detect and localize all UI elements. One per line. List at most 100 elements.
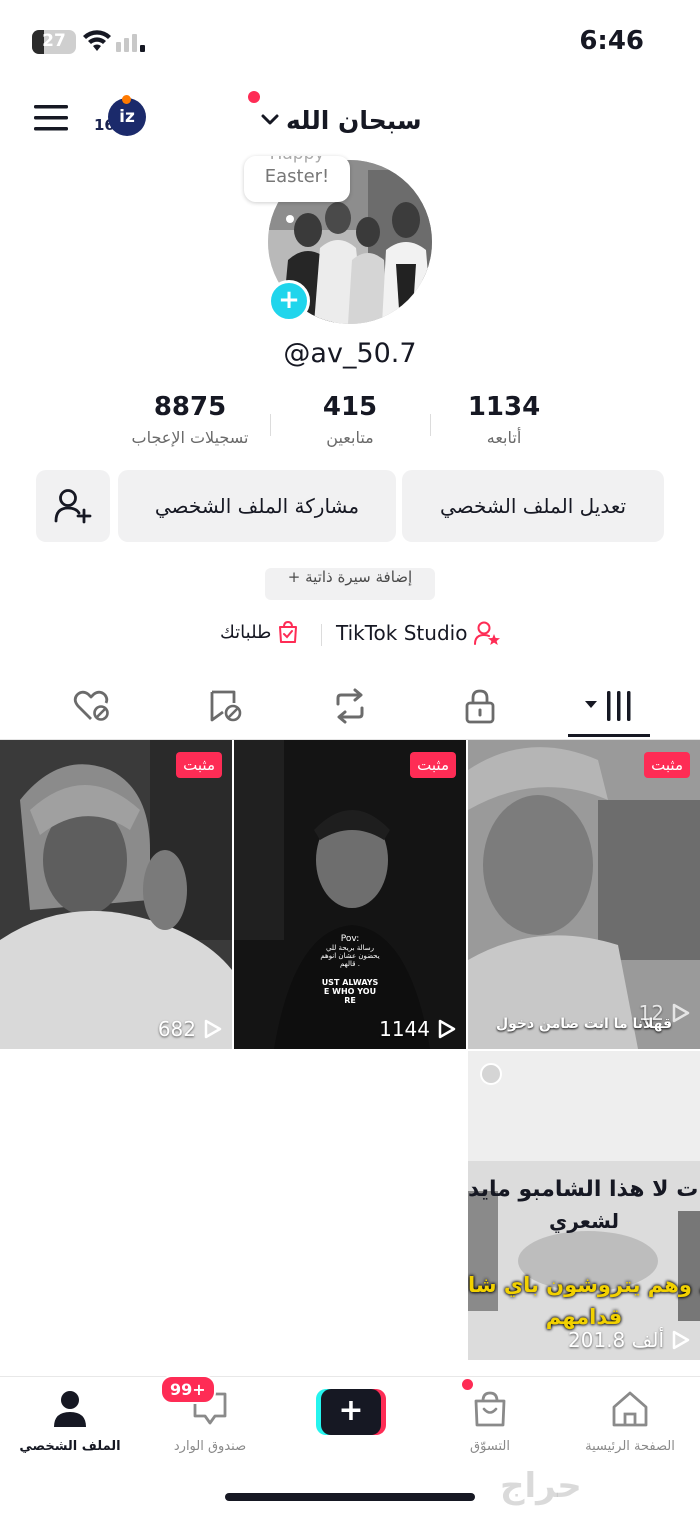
battery-level: 27 bbox=[42, 31, 66, 51]
play-icon bbox=[672, 1003, 690, 1023]
tab-videos[interactable] bbox=[580, 686, 640, 726]
stat-following-value: 1134 bbox=[467, 392, 541, 422]
lock-icon bbox=[465, 689, 495, 724]
nav-shop-label: التسوّق bbox=[470, 1439, 510, 1454]
caption-line: قالهم . bbox=[340, 960, 360, 968]
home-icon bbox=[612, 1391, 648, 1427]
nav-home[interactable]: الصفحة الرئيسية bbox=[560, 1387, 700, 1454]
caption-line: Pov: bbox=[340, 934, 360, 944]
orders-link[interactable]: طلباتك bbox=[220, 620, 299, 644]
view-count-value: 12 bbox=[638, 1001, 664, 1025]
liked-hidden-icon bbox=[73, 690, 109, 721]
account-switcher[interactable]: سبحان الله bbox=[260, 100, 422, 140]
play-icon bbox=[438, 1019, 456, 1039]
watermark: حراج bbox=[500, 1466, 582, 1506]
video-caption: Pov: رسالة بريحة للي يحضون عشان انوهم قا… bbox=[234, 934, 466, 1005]
video-caption-line: قدامهم bbox=[545, 1305, 623, 1329]
tiktok-studio-link[interactable]: TikTok Studio bbox=[336, 620, 501, 646]
shop-notification-dot bbox=[462, 1379, 473, 1390]
links-divider bbox=[321, 624, 322, 646]
studio-label: TikTok Studio bbox=[336, 621, 468, 645]
play-icon bbox=[204, 1019, 222, 1039]
caption-line: يحضون عشان انوهم bbox=[320, 952, 380, 960]
nav-profile[interactable]: الملف الشخصي bbox=[0, 1387, 140, 1454]
pinned-badge: مثبت bbox=[410, 752, 456, 778]
account-username: سبحان الله bbox=[286, 105, 422, 135]
tab-favorites[interactable] bbox=[205, 686, 245, 726]
tab-private[interactable] bbox=[460, 686, 500, 726]
add-user-icon bbox=[54, 489, 92, 524]
profile-tabs bbox=[0, 670, 700, 740]
add-story-button[interactable]: + bbox=[268, 280, 310, 322]
add-friend-button[interactable] bbox=[36, 470, 110, 542]
nav-shop[interactable]: التسوّق bbox=[420, 1387, 560, 1454]
add-bio-button[interactable]: + إضافة سيرة ذاتية bbox=[265, 568, 435, 600]
view-count: 201.8 ألف bbox=[568, 1328, 690, 1352]
battery-icon: 27 bbox=[32, 30, 76, 54]
pinned-badge: مثبت bbox=[176, 752, 222, 778]
wifi-icon bbox=[83, 30, 111, 51]
inbox-count-badge: 99+ bbox=[160, 1375, 216, 1404]
home-indicator[interactable] bbox=[225, 1493, 475, 1501]
tab-liked[interactable] bbox=[72, 686, 112, 726]
view-count: 1144 bbox=[379, 1017, 456, 1041]
caption-line: E WHO YOU bbox=[323, 987, 377, 996]
video-caption-line: ات لا هذا الشامبو مايد bbox=[468, 1177, 700, 1202]
view-count: 12 bbox=[639, 1001, 690, 1025]
stat-followers-label: متابعين bbox=[326, 428, 374, 447]
nav-profile-label: الملف الشخصي bbox=[19, 1439, 121, 1454]
stat-likes-label: تسجيلات الإعجاب bbox=[131, 428, 249, 447]
hamburger-menu-icon[interactable] bbox=[34, 104, 68, 132]
pinned-badge: مثبت bbox=[644, 752, 690, 778]
repost-icon bbox=[336, 688, 364, 724]
shop-bag-icon bbox=[474, 1391, 506, 1427]
video-caption-line: لشعري bbox=[549, 1209, 619, 1233]
select-checkbox[interactable] bbox=[480, 1063, 502, 1085]
stat-following[interactable]: 1134 أتابعه bbox=[424, 392, 584, 447]
favorites-hidden-icon bbox=[210, 690, 242, 722]
clock: 6:46 bbox=[579, 26, 644, 56]
stat-likes[interactable]: 8875 تسجيلات الإعجاب bbox=[110, 392, 270, 447]
video-caption-line: يال وهم يتروشون باي شا bbox=[468, 1273, 700, 1297]
plus-icon: + bbox=[321, 1389, 381, 1435]
story-sticker-pointer bbox=[286, 215, 294, 223]
profile-icon bbox=[54, 1391, 86, 1427]
tab-reposts[interactable] bbox=[330, 686, 370, 726]
notification-dot bbox=[248, 91, 260, 103]
edit-profile-button[interactable]: تعديل الملف الشخصي bbox=[402, 470, 664, 542]
caption-line: رسالة بريحة للي bbox=[325, 944, 375, 952]
shopping-bag-check-icon bbox=[279, 620, 298, 643]
video-thumbnail bbox=[0, 740, 232, 1049]
create-button[interactable]: + bbox=[316, 1389, 386, 1435]
view-count: 682 bbox=[158, 1017, 222, 1041]
view-count-value: 201.8 ألف bbox=[568, 1328, 664, 1352]
stat-likes-value: 8875 bbox=[153, 392, 227, 422]
story-sticker[interactable]: Happy Easter! bbox=[244, 156, 350, 202]
stat-followers[interactable]: 415 متابعين bbox=[270, 392, 430, 447]
video-tile[interactable]: مثبت 682 bbox=[0, 740, 232, 1049]
orders-label: طلباتك bbox=[220, 621, 272, 643]
active-tab-indicator bbox=[568, 734, 650, 737]
story-sticker-line1: Happy bbox=[244, 156, 350, 164]
studio-star-user-icon bbox=[474, 621, 501, 645]
share-profile-button[interactable]: مشاركة الملف الشخصي bbox=[118, 470, 396, 542]
view-count-value: 682 bbox=[157, 1017, 196, 1041]
video-tile[interactable]: ات لا هذا الشامبو مايد لشعري يال وهم يتر… bbox=[468, 1051, 700, 1360]
play-icon bbox=[672, 1330, 690, 1350]
creator-badge-icon[interactable]: 16 iz bbox=[94, 95, 148, 142]
caption-line: RE bbox=[344, 996, 356, 1005]
nav-inbox-label: صندوق الوارد bbox=[173, 1439, 247, 1454]
badge-circle: iz bbox=[108, 95, 146, 136]
profile-stats: 8875 تسجيلات الإعجاب 415 متابعين 1134 أت… bbox=[110, 392, 590, 462]
nav-home-label: الصفحة الرئيسية bbox=[585, 1439, 675, 1454]
story-sticker-line2: Easter! bbox=[264, 166, 330, 187]
video-tile[interactable]: مثبت قهلانا ما انت ضامن دخول 12 bbox=[468, 740, 700, 1049]
chevron-down-icon bbox=[261, 114, 279, 125]
status-bar: 27 6:46 bbox=[0, 0, 700, 84]
profile-handle: @av_50.7 bbox=[283, 338, 417, 369]
stat-following-label: أتابعه bbox=[486, 428, 522, 447]
video-tile[interactable]: مثبت Pov: رسالة بريحة للي يحضون عشان انو… bbox=[234, 740, 466, 1049]
stat-followers-value: 415 bbox=[322, 392, 378, 422]
caption-line: UST ALWAYS bbox=[321, 978, 379, 987]
profile-links: طلباتك TikTok Studio bbox=[0, 620, 700, 650]
